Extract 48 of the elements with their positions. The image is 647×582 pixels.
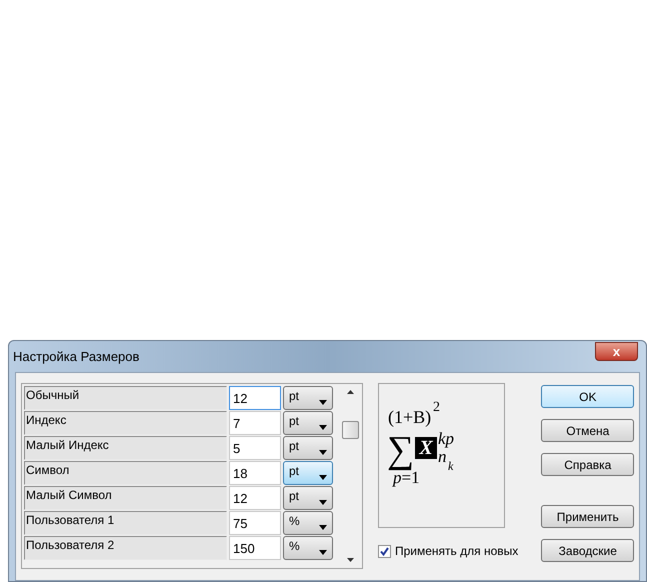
unit-dropdown[interactable]: pt (283, 386, 333, 410)
caret-icon (319, 550, 327, 555)
size-field[interactable]: 75 (229, 511, 281, 535)
scroll-thumb[interactable] (342, 421, 358, 439)
size-label: Малый Индекс (24, 436, 227, 460)
size-field[interactable]: 150 (229, 536, 281, 560)
dialog-button[interactable]: OK (541, 385, 634, 408)
dialog-button[interactable]: Справка (541, 453, 634, 476)
size-field[interactable]: 5 (229, 436, 281, 460)
size-label: Индекс (24, 411, 227, 435)
size-label: Пользователя 2 (24, 536, 227, 560)
apply-checkbox[interactable] (378, 544, 391, 558)
unit-dropdown[interactable]: pt (283, 411, 333, 435)
dialog-button[interactable]: Заводские (541, 539, 634, 562)
caret-icon (319, 500, 327, 505)
formula-subscript: n (438, 448, 446, 466)
caret-icon (319, 475, 327, 480)
caret-icon (319, 450, 327, 455)
formula-symbol: X (415, 437, 437, 459)
size-label: Обычный (24, 386, 227, 410)
dialog-button[interactable]: Отмена (541, 419, 634, 442)
unit-dropdown[interactable]: pt (283, 436, 333, 460)
scroll-up-icon[interactable] (346, 390, 354, 394)
size-field[interactable]: 18 (229, 461, 281, 485)
formula-superscript: kp (438, 430, 454, 448)
formula-power: 2 (433, 400, 440, 416)
dialog-button[interactable]: Применить (541, 505, 634, 528)
formula-subsubscript: k (448, 460, 454, 472)
checkbox-label: Применять для новых (395, 543, 518, 560)
formula-base: (1+B) (388, 406, 432, 428)
caret-icon (319, 425, 327, 430)
caret-icon (319, 400, 327, 405)
check-icon (380, 546, 389, 556)
size-label: Пользователя 1 (24, 511, 227, 535)
close-button[interactable]: x (595, 342, 638, 361)
unit-dropdown[interactable]: % (283, 511, 333, 535)
unit-dropdown[interactable]: pt (283, 486, 333, 510)
size-field[interactable]: 7 (229, 411, 281, 435)
window-title: Настройка Размеров (13, 348, 140, 366)
formula-sum: ∑ (387, 432, 414, 468)
scroll-down-icon[interactable] (346, 558, 354, 562)
size-field[interactable]: 12 (229, 486, 281, 510)
caret-icon (319, 525, 327, 530)
size-label: Символ (24, 461, 227, 485)
unit-dropdown[interactable]: pt (283, 461, 333, 485)
size-field[interactable]: 12 (229, 386, 281, 410)
size-label: Малый Символ (24, 486, 227, 510)
unit-dropdown[interactable]: % (283, 536, 333, 560)
